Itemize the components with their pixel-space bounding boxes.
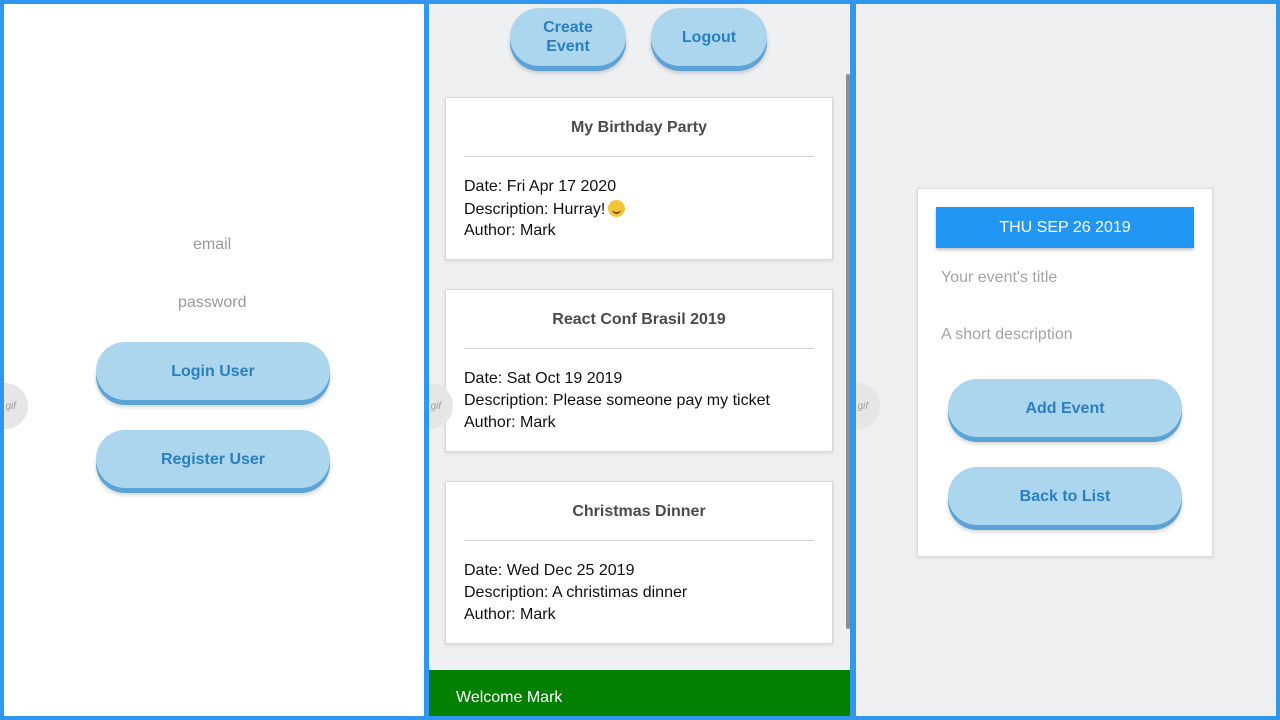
- smiley-emoji-icon: [608, 200, 626, 217]
- welcome-bar: Welcome Mark: [429, 670, 850, 716]
- event-card[interactable]: React Conf Brasil 2019 Date: Sat Oct 19 …: [445, 289, 833, 452]
- event-card[interactable]: My Birthday Party Date: Fri Apr 17 2020 …: [445, 97, 833, 260]
- event-title-input[interactable]: Your event's title: [941, 269, 1057, 287]
- gif-play-icon[interactable]: gif: [4, 383, 28, 429]
- back-to-list-button[interactable]: Back to List: [948, 467, 1182, 525]
- event-description-row: Description: Hurray!: [464, 200, 626, 219]
- create-event-button[interactable]: Create Event: [510, 8, 626, 66]
- event-author: Author: Mark: [464, 606, 556, 623]
- password-input[interactable]: password: [178, 294, 246, 312]
- create-event-label-line1: Create: [543, 19, 593, 36]
- add-event-button[interactable]: Add Event: [948, 379, 1182, 437]
- gif-play-icon[interactable]: gif: [856, 383, 880, 429]
- logout-button[interactable]: Logout: [651, 8, 767, 66]
- event-description: Description: Hurray!: [464, 201, 606, 218]
- email-input[interactable]: email: [193, 236, 231, 254]
- event-description-input[interactable]: A short description: [941, 326, 1073, 344]
- event-author: Author: Mark: [464, 222, 556, 239]
- event-description: Description: A christimas dinner: [464, 584, 688, 601]
- login-screen: email password Login User Register User …: [4, 4, 424, 716]
- event-date: Date: Sat Oct 19 2019: [464, 370, 623, 387]
- list-scrollbar[interactable]: [846, 74, 850, 629]
- create-event-form: THU SEP 26 2019 Your event's title A sho…: [917, 188, 1213, 557]
- event-author: Author: Mark: [464, 414, 556, 431]
- event-list-screen: Create Event Logout My Birthday Party Da…: [429, 4, 850, 716]
- event-title: React Conf Brasil 2019: [552, 311, 726, 328]
- event-card[interactable]: Christmas Dinner Date: Wed Dec 25 2019 D…: [445, 481, 833, 644]
- event-title: Christmas Dinner: [572, 503, 706, 520]
- card-divider: [464, 156, 814, 157]
- event-date: Date: Wed Dec 25 2019: [464, 562, 635, 579]
- create-event-label-line2: Event: [546, 38, 590, 55]
- login-user-button[interactable]: Login User: [96, 342, 330, 400]
- register-user-button[interactable]: Register User: [96, 430, 330, 488]
- create-event-screen: THU SEP 26 2019 Your event's title A sho…: [856, 4, 1276, 716]
- date-picker-button[interactable]: THU SEP 26 2019: [936, 207, 1194, 248]
- event-title: My Birthday Party: [570, 119, 708, 136]
- card-divider: [464, 348, 814, 349]
- event-date: Date: Fri Apr 17 2020: [464, 178, 617, 195]
- welcome-text: Welcome Mark: [456, 689, 563, 706]
- event-description: Description: Please someone pay my ticke…: [464, 392, 770, 409]
- card-divider: [464, 540, 814, 541]
